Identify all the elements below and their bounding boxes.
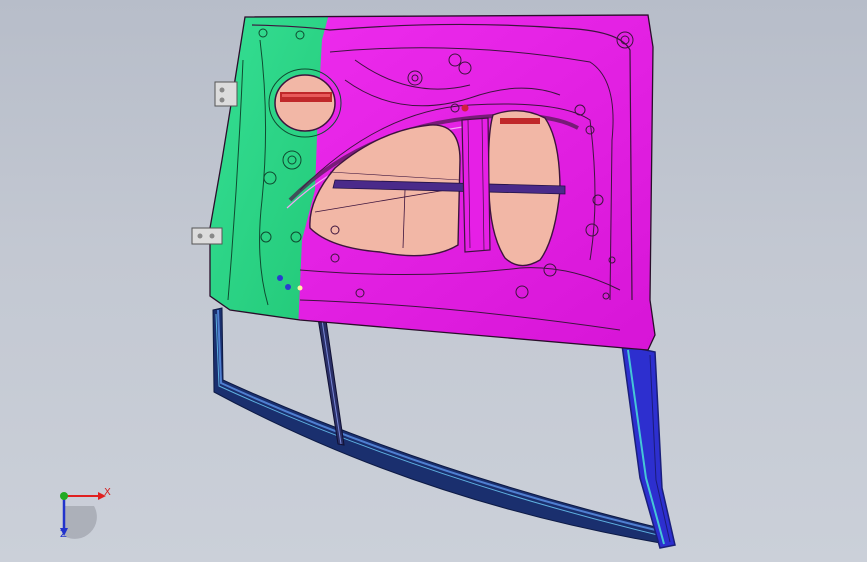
upper-hinge	[214, 81, 238, 107]
z-axis-label: Z	[60, 529, 67, 540]
coordinate-triad: X Y Z	[44, 478, 124, 548]
door-inner-panel	[210, 15, 655, 350]
speaker-opening	[274, 74, 336, 132]
lower-hinge	[191, 227, 223, 245]
x-axis-label: X	[104, 487, 111, 498]
door-model[interactable]	[0, 0, 867, 562]
cad-viewport[interactable]: X Y Z	[0, 0, 867, 562]
